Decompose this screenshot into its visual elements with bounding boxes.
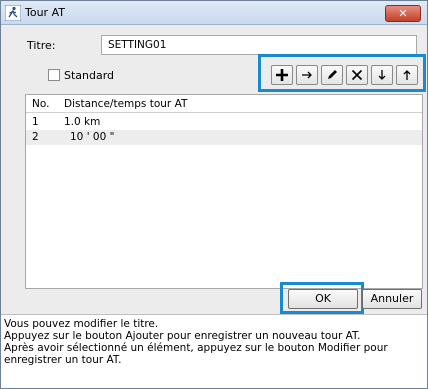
titre-input[interactable]: SETTING01 (101, 35, 417, 55)
x-icon (351, 69, 363, 81)
title-bar[interactable]: Tour AT ✕ (1, 1, 427, 25)
titre-label: Titre: (27, 39, 56, 52)
delete-button[interactable] (346, 65, 368, 85)
list-item[interactable]: 1 1.0 km (26, 115, 422, 130)
window-title: Tour AT (25, 6, 65, 19)
row-number: 2 (32, 131, 39, 143)
pencil-icon (328, 70, 337, 79)
standard-checkbox[interactable] (48, 69, 60, 81)
runner-icon (5, 5, 21, 21)
tour-at-dialog: Tour AT ✕ Titre: SETTING01 Standard No. … (0, 0, 428, 389)
cancel-button[interactable]: Annuler (362, 289, 422, 309)
arrow-right-icon (302, 71, 312, 79)
row-value: 10 ' 00 " (70, 131, 115, 143)
move-up-button[interactable] (396, 65, 418, 85)
arrow-up-icon (403, 70, 411, 80)
column-header-distance[interactable]: Distance/temps tour AT (64, 98, 187, 110)
move-down-button[interactable] (371, 65, 393, 85)
edit-button[interactable] (321, 65, 343, 85)
tour-list[interactable]: No. Distance/temps tour AT 1 1.0 km 2 10… (25, 94, 423, 289)
close-button[interactable]: ✕ (385, 5, 421, 22)
help-line: Appuyez sur le bouton Ajouter pour enreg… (4, 330, 361, 342)
column-header-no[interactable]: No. (32, 98, 49, 110)
row-number: 1 (32, 116, 39, 128)
list-item[interactable]: 2 10 ' 00 " (26, 130, 422, 145)
list-header: No. Distance/temps tour AT (26, 95, 422, 113)
next-button[interactable] (296, 65, 318, 85)
row-value: 1.0 km (64, 116, 101, 128)
plus-icon (276, 69, 288, 81)
standard-label: Standard (64, 69, 115, 82)
arrow-down-icon (378, 70, 386, 80)
help-line: Après avoir sélectionné un élément, appu… (4, 342, 388, 366)
ok-button[interactable]: OK (288, 289, 358, 309)
add-button[interactable] (271, 65, 293, 85)
help-text-panel: Vous pouvez modifier le titre. Appuyez s… (1, 314, 427, 388)
help-line: Vous pouvez modifier le titre. (4, 318, 159, 330)
